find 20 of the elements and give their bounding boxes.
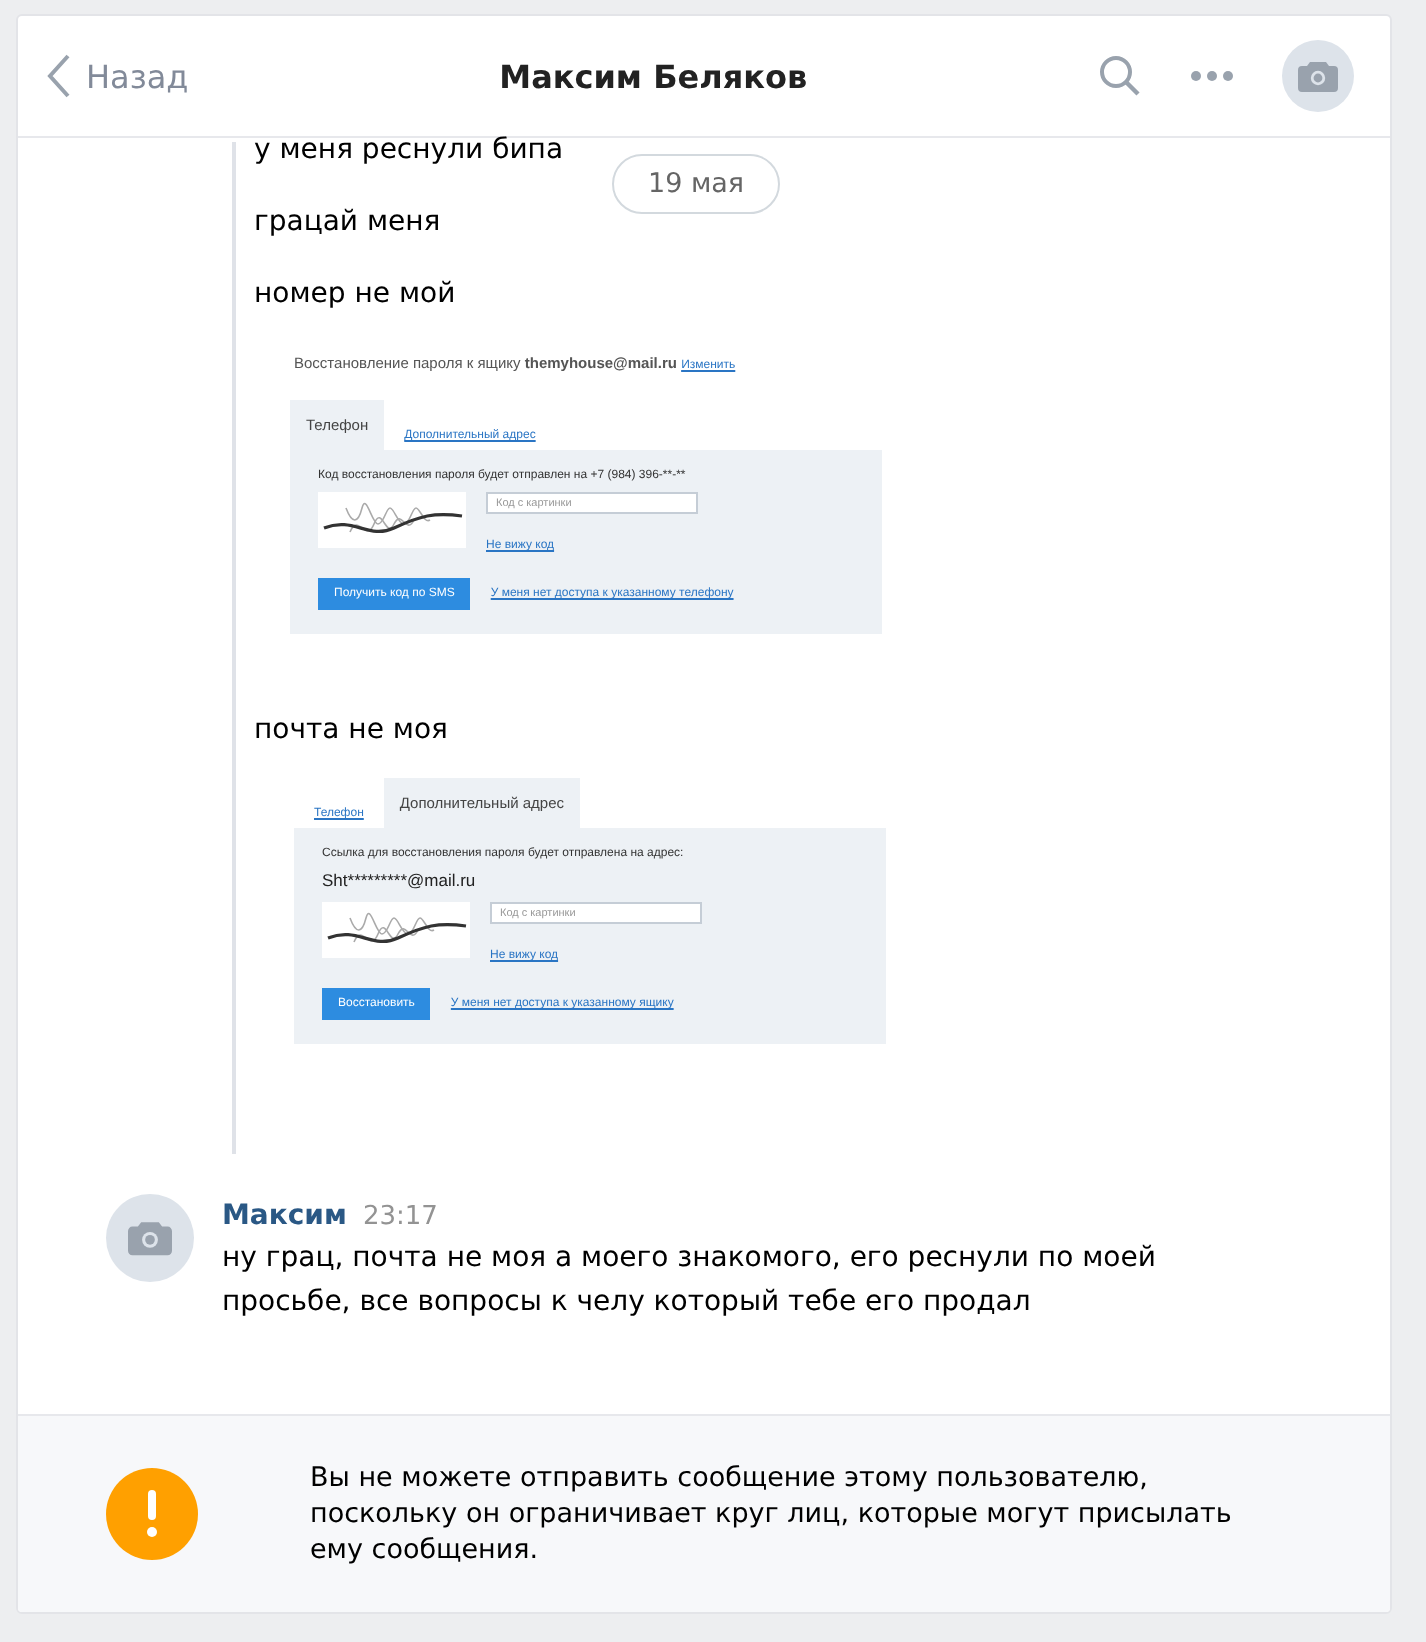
- user-avatar[interactable]: [106, 1194, 194, 1282]
- author-name[interactable]: Максим: [222, 1200, 347, 1232]
- message-text: номер не мой: [254, 276, 458, 314]
- chat-avatar[interactable]: [1282, 40, 1354, 112]
- back-button[interactable]: Назад: [46, 54, 189, 98]
- chevron-left-icon: [46, 54, 70, 98]
- chat-title: Максим Беляков: [497, 57, 810, 95]
- message-text: почта не моя: [254, 712, 450, 750]
- camera-icon: [128, 1220, 172, 1256]
- more-icon: [1190, 70, 1234, 82]
- email-address: Sht*********@mail.ru: [322, 870, 478, 890]
- message-text: у меня реснули бипа: [254, 132, 566, 170]
- camera-icon: [1298, 60, 1338, 92]
- message-time: 23:17: [362, 1202, 438, 1232]
- search-icon: [1098, 54, 1142, 98]
- notice-text: Вы не можете отправить сообщение этому пользователю, поскольку он ограничивает круг лиц, которые могут присылать ему сообщения.: [310, 1460, 1234, 1568]
- message-text: ну грац, почта не моя а моего знакомого, его реснули по моей просьбе, все вопросы к челу который тебе его продал: [222, 1240, 1158, 1322]
- warning-icon: [106, 1468, 198, 1560]
- date-pill: 19 мая: [612, 154, 781, 214]
- message-text: грацай меня: [254, 204, 443, 242]
